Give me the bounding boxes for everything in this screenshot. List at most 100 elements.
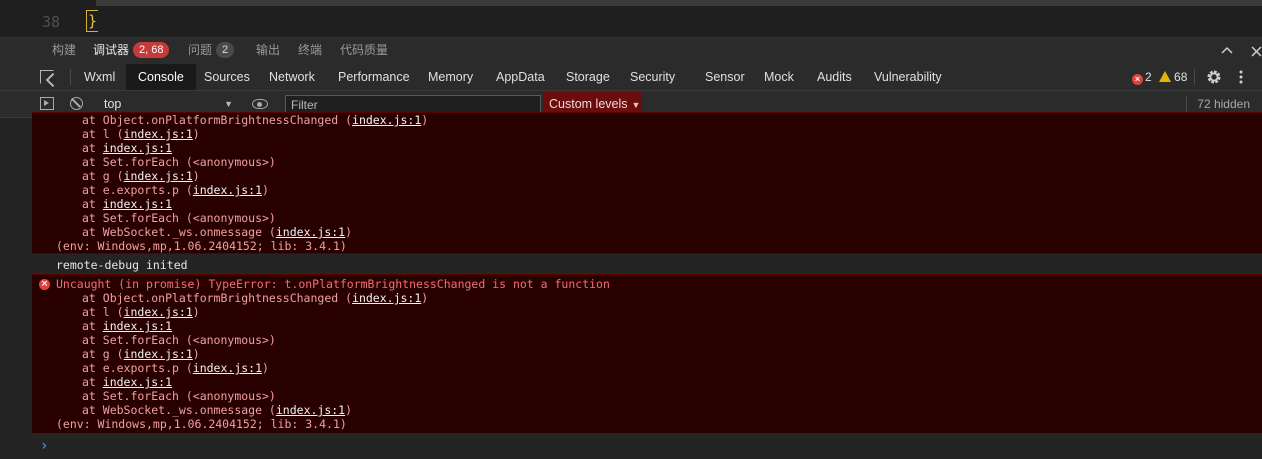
bottom-panel-tabs: 构建 调试器 2, 68 问题 2 输出 终端 代码质量 (0, 37, 1262, 64)
stack-frame: at e.exports.p (index.js:1) (32, 183, 1262, 197)
tab-terminal[interactable]: 终端 (298, 38, 322, 65)
console-output: at Object.onPlatformBrightnessChanged (i… (0, 112, 1262, 459)
clear-console-icon[interactable] (70, 97, 83, 110)
error-count: 2 (1145, 70, 1152, 84)
stack-frame: at Set.forEach (<anonymous>) (32, 389, 1262, 403)
tab-sensor[interactable]: Sensor (705, 64, 745, 90)
more-vertical-icon (1239, 70, 1243, 84)
frame-text: at Set.forEach (<anonymous>) (82, 211, 276, 225)
editor-gutter (0, 0, 80, 37)
source-link[interactable]: index.js:1 (103, 319, 172, 333)
frame-text: at Set.forEach (<anonymous>) (82, 389, 276, 403)
source-link[interactable]: index.js:1 (124, 127, 193, 141)
frame-text: ) (192, 305, 200, 319)
stack-frame: at Object.onPlatformBrightnessChanged (i… (32, 113, 1262, 127)
close-panel-button[interactable] (1251, 38, 1262, 65)
source-link[interactable]: index.js:1 (103, 197, 172, 211)
stack-trace: at Object.onPlatformBrightnessChanged (i… (32, 113, 1262, 239)
frame-text: at e.exports.p ( (82, 183, 193, 197)
frame-text: ) (421, 291, 429, 305)
frame-text: at g ( (82, 169, 124, 183)
console-prompt[interactable]: › (32, 433, 1262, 459)
frame-text: at (82, 197, 103, 211)
problems-count-badge: 2 (216, 42, 235, 58)
context-value: top (104, 97, 122, 111)
stack-frame: at WebSocket._ws.onmessage (index.js:1) (32, 225, 1262, 239)
editor-highlight-bar (96, 0, 1262, 6)
stack-frame: at l (index.js:1) (32, 127, 1262, 141)
source-link[interactable]: index.js:1 (124, 169, 193, 183)
stack-frame: at index.js:1 (32, 319, 1262, 333)
gear-icon (1207, 70, 1221, 84)
env-info: (env: Windows,mp,1.06.2404152; lib: 3.4.… (56, 417, 347, 431)
source-link[interactable]: index.js:1 (276, 225, 345, 239)
tab-label: 代码质量 (340, 43, 389, 57)
stack-frame: at Set.forEach (<anonymous>) (32, 333, 1262, 347)
source-link[interactable]: index.js:1 (352, 291, 421, 305)
issue-counts[interactable]: × 2 68 (1132, 64, 1187, 90)
stack-frame: at Object.onPlatformBrightnessChanged (i… (32, 291, 1262, 305)
stack-frame: at l (index.js:1) (32, 305, 1262, 319)
tab-network[interactable]: Network (269, 64, 315, 90)
tab-debugger[interactable]: 调试器 2, 68 (93, 38, 170, 65)
frame-text: at l ( (82, 305, 124, 319)
info-text: remote-debug inited (56, 258, 188, 272)
source-link[interactable]: index.js:1 (352, 113, 421, 127)
frame-text: at WebSocket._ws.onmessage ( (82, 225, 276, 239)
sidebar-toggle-icon[interactable] (40, 97, 54, 110)
tab-code-quality[interactable]: 代码质量 (340, 38, 388, 65)
frame-text: at Object.onPlatformBrightnessChanged ( (82, 291, 353, 305)
stack-frame: at index.js:1 (32, 141, 1262, 155)
chevron-up-icon (1221, 46, 1233, 54)
stack-frame: at e.exports.p (index.js:1) (32, 361, 1262, 375)
tab-audits[interactable]: Audits (817, 64, 852, 90)
live-expression-icon[interactable] (252, 99, 268, 109)
tab-security[interactable]: Security (630, 64, 675, 90)
source-link[interactable]: index.js:1 (124, 305, 193, 319)
source-link[interactable]: index.js:1 (103, 141, 172, 155)
tab-vulnerability[interactable]: Vulnerability (874, 64, 942, 90)
stack-frame: at index.js:1 (32, 197, 1262, 211)
frame-text: at Set.forEach (<anonymous>) (82, 333, 276, 347)
frame-text: ) (345, 225, 353, 239)
source-link[interactable]: index.js:1 (193, 361, 262, 375)
tab-problems[interactable]: 问题 2 (188, 38, 235, 65)
frame-text: ) (192, 347, 200, 361)
frame-text: at WebSocket._ws.onmessage ( (82, 403, 276, 417)
source-link[interactable]: index.js:1 (193, 183, 262, 197)
tab-output[interactable]: 输出 (256, 38, 280, 65)
devtools-tabs: Wxml Console Sources Network Performance… (0, 64, 1262, 91)
frame-text: at l ( (82, 127, 124, 141)
collapse-panel-button[interactable] (1221, 38, 1233, 65)
more-options-button[interactable] (1238, 69, 1244, 90)
inspect-element-icon[interactable] (40, 70, 54, 84)
code-line[interactable]: } (86, 10, 98, 32)
warning-count: 68 (1174, 70, 1188, 84)
source-link[interactable]: index.js:1 (276, 403, 345, 417)
source-link[interactable]: index.js:1 (124, 347, 193, 361)
stack-frame: at index.js:1 (32, 375, 1262, 389)
settings-button[interactable] (1206, 69, 1222, 90)
tab-memory[interactable]: Memory (428, 64, 473, 90)
stack-frame: at WebSocket._ws.onmessage (index.js:1) (32, 403, 1262, 417)
source-link[interactable]: index.js:1 (103, 375, 172, 389)
stack-frame: at g (index.js:1) (32, 347, 1262, 361)
tab-build[interactable]: 构建 (52, 38, 76, 65)
frame-text: at (82, 319, 103, 333)
tab-performance[interactable]: Performance (338, 64, 410, 90)
left-gutter (0, 118, 32, 459)
frame-text: at e.exports.p ( (82, 361, 193, 375)
tab-appdata[interactable]: AppData (496, 64, 545, 90)
divider (70, 69, 71, 85)
dropdown-caret-icon: ▼ (631, 100, 641, 110)
tab-console[interactable]: Console (126, 64, 196, 90)
tab-label: 终端 (298, 43, 323, 57)
tab-mock[interactable]: Mock (764, 64, 794, 90)
tab-storage[interactable]: Storage (566, 64, 610, 90)
tab-sources[interactable]: Sources (204, 64, 250, 90)
env-info: (env: Windows,mp,1.06.2404152; lib: 3.4.… (56, 239, 347, 253)
frame-text: at (82, 141, 103, 155)
stack-frame: at Set.forEach (<anonymous>) (32, 155, 1262, 169)
divider (1194, 69, 1195, 85)
tab-wxml[interactable]: Wxml (84, 64, 115, 90)
